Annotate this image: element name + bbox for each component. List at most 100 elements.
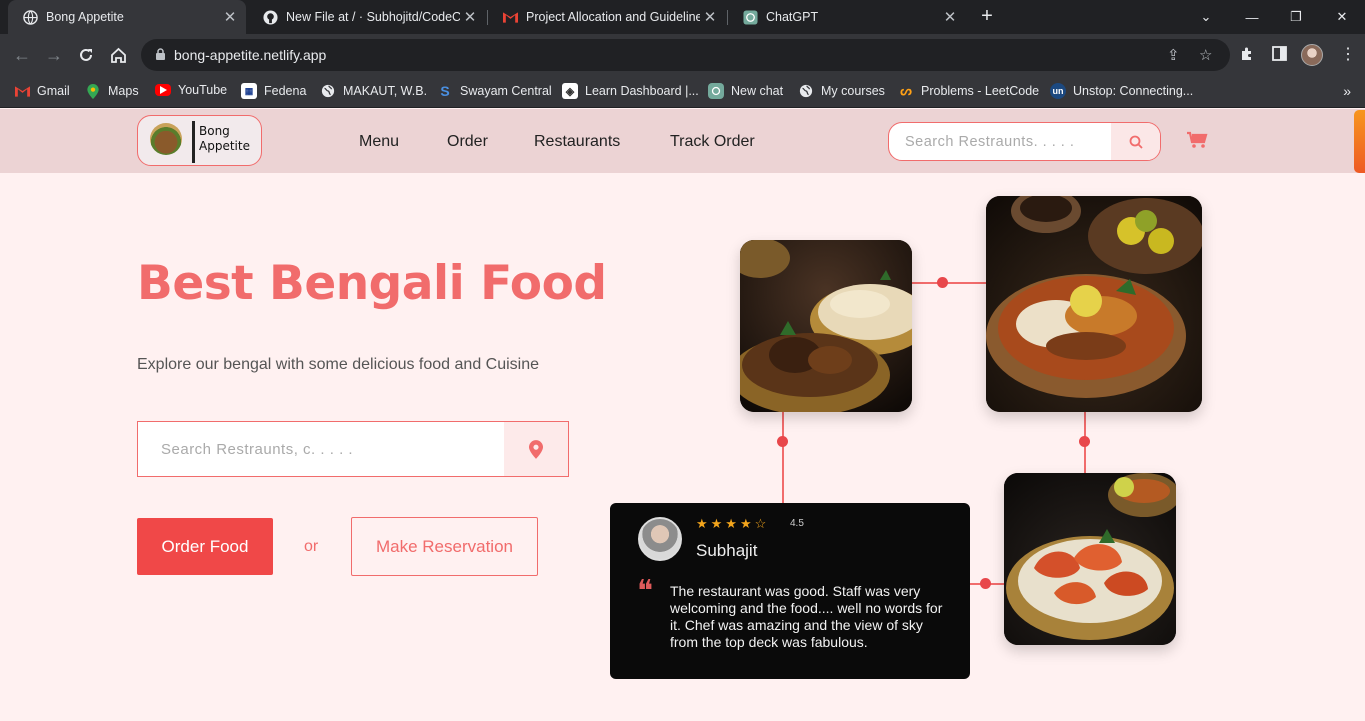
unstop-icon: un: [1050, 83, 1066, 99]
tab-title: ChatGPT: [766, 10, 819, 24]
tab-title: Bong Appetite: [46, 10, 124, 24]
connector-dot: [1079, 436, 1090, 447]
bookmark-learn-dashboard[interactable]: ◈ Learn Dashboard |...: [562, 83, 699, 99]
make-reservation-button[interactable]: Make Reservation: [351, 517, 538, 576]
nav-track-order[interactable]: Track Order: [670, 133, 755, 151]
bookmark-label: My courses: [821, 84, 885, 98]
extensions-icon[interactable]: [1239, 46, 1255, 66]
cart-button[interactable]: [1186, 131, 1208, 154]
bookmark-label: Problems - LeetCode: [921, 84, 1040, 98]
review-text: The restaurant was good. Staff was very …: [670, 583, 943, 650]
bookmark-label: New chat: [731, 84, 784, 98]
forward-button[interactable]: →: [42, 43, 66, 67]
close-icon[interactable]: ✕: [220, 8, 240, 26]
hero-subtitle: Explore our bengal with some delicious f…: [137, 356, 540, 373]
site-logo[interactable]: Bong Appetite: [137, 115, 262, 166]
back-button[interactable]: ←: [10, 43, 34, 67]
reviewer-avatar: [638, 517, 682, 561]
url-text: bong-appetite.netlify.app: [174, 47, 327, 63]
bookmark-label: Maps: [108, 84, 139, 98]
address-bar[interactable]: bong-appetite.netlify.app ⇪ ☆: [141, 39, 1230, 71]
prawn-curry-image: [1004, 473, 1176, 645]
new-tab-button[interactable]: +: [976, 5, 998, 27]
nav-order[interactable]: Order: [447, 133, 488, 151]
chatgpt-icon: [742, 9, 758, 25]
minimize-button[interactable]: —: [1229, 0, 1275, 34]
bookmark-label: Unstop: Connecting...: [1073, 84, 1194, 98]
tab-search-button[interactable]: ⌄: [1183, 0, 1229, 34]
page-scrollbar[interactable]: [1354, 110, 1365, 173]
tab-chatgpt[interactable]: ChatGPT ✕: [728, 0, 966, 34]
or-separator: or: [304, 538, 319, 555]
lock-icon: [155, 48, 166, 66]
browser-toolbar: ← → bong-appetite.netlify.app ⇪ ☆ ⋮: [0, 34, 1365, 76]
bookmark-makaut[interactable]: MAKAUT, W.B.: [320, 83, 427, 99]
bookmark-label: Learn Dashboard |...: [585, 84, 699, 98]
bookmark-label: Fedena: [264, 84, 307, 98]
gmail-icon: [502, 9, 518, 25]
search-icon: [1129, 135, 1143, 149]
kebab-menu-icon[interactable]: ⋮: [1340, 44, 1356, 64]
tab-gmail[interactable]: Project Allocation and Guidelines ✕: [488, 0, 726, 34]
reload-button[interactable]: [74, 43, 98, 67]
reviewer-name: Subhajit: [696, 541, 758, 560]
bookmark-label: Gmail: [37, 84, 70, 98]
bookmark-gmail[interactable]: Gmail: [14, 83, 70, 99]
close-icon[interactable]: ✕: [940, 8, 960, 26]
bookmark-label: MAKAUT, W.B.: [343, 84, 428, 98]
bookmark-fedena[interactable]: ▦ Fedena: [241, 83, 306, 99]
hero-title: Best Bengali Food: [137, 256, 607, 311]
bookmark-label: YouTube: [178, 83, 228, 97]
bookmark-maps[interactable]: Maps: [85, 83, 139, 99]
cart-icon: [1187, 131, 1208, 148]
location-search: [137, 421, 569, 477]
bookmark-youtube[interactable]: YouTube: [155, 83, 227, 97]
food-bowl-logo-icon: [150, 123, 182, 155]
review-card: ★★★★☆ 4.5 Subhajit ❝ The restaurant was …: [610, 503, 970, 679]
share-icon[interactable]: ⇪: [1167, 46, 1180, 64]
location-button[interactable]: [504, 422, 568, 476]
logo-text-line1: Bong: [199, 124, 230, 138]
header-search: [888, 122, 1161, 161]
header-search-button[interactable]: [1111, 123, 1160, 160]
location-pin-icon: [529, 439, 543, 459]
tab-github[interactable]: New File at / · Subhojitd/CodeCla ✕: [248, 0, 486, 34]
swayam-icon: S: [440, 83, 450, 99]
close-icon[interactable]: ✕: [700, 8, 720, 26]
chatgpt-icon: [708, 83, 724, 99]
bookmarks-bar: Gmail Maps YouTube ▦ Fedena MAKAUT, W.B.…: [0, 76, 1365, 108]
connector-dot: [937, 277, 948, 288]
bookmark-unstop[interactable]: un Unstop: Connecting...: [1050, 83, 1193, 99]
connector-dot: [980, 578, 991, 589]
close-icon[interactable]: ✕: [460, 8, 480, 26]
youtube-icon: [155, 84, 171, 96]
globe-icon: [22, 9, 38, 25]
connector-line: [912, 282, 987, 284]
restore-button[interactable]: ❐: [1273, 0, 1319, 34]
side-panel-icon[interactable]: [1272, 46, 1287, 65]
bookmark-leetcode[interactable]: ᔕ Problems - LeetCode: [898, 83, 1039, 99]
header-search-input[interactable]: [889, 123, 1113, 160]
fish-curry-image: [986, 196, 1202, 412]
rating-value: 4.5: [790, 518, 804, 529]
nav-restaurants[interactable]: Restaurants: [534, 133, 620, 151]
bookmark-my-courses[interactable]: My courses: [798, 83, 885, 99]
bookmark-label: Swayam Central: [460, 84, 552, 98]
globe-icon: [320, 83, 336, 99]
restaurant-search-input[interactable]: [138, 422, 504, 476]
bookmarks-overflow-icon[interactable]: »: [1343, 83, 1351, 99]
maps-pin-icon: [85, 83, 101, 99]
home-button[interactable]: [106, 43, 130, 67]
profile-avatar[interactable]: [1301, 44, 1323, 66]
close-window-button[interactable]: ✕: [1319, 0, 1365, 34]
rating-stars-icon: ★★★★☆: [696, 516, 770, 531]
globe-icon: [798, 83, 814, 99]
tab-bong-appetite[interactable]: Bong Appetite ✕: [8, 0, 246, 34]
learn-icon: ◈: [562, 83, 578, 99]
nav-menu[interactable]: Menu: [359, 133, 399, 151]
bookmark-star-icon[interactable]: ☆: [1199, 46, 1212, 64]
bookmark-new-chat[interactable]: New chat: [708, 83, 783, 99]
order-food-button[interactable]: Order Food: [137, 518, 273, 575]
bookmark-swayam[interactable]: S Swayam Central: [437, 83, 552, 99]
connector-dot: [777, 436, 788, 447]
